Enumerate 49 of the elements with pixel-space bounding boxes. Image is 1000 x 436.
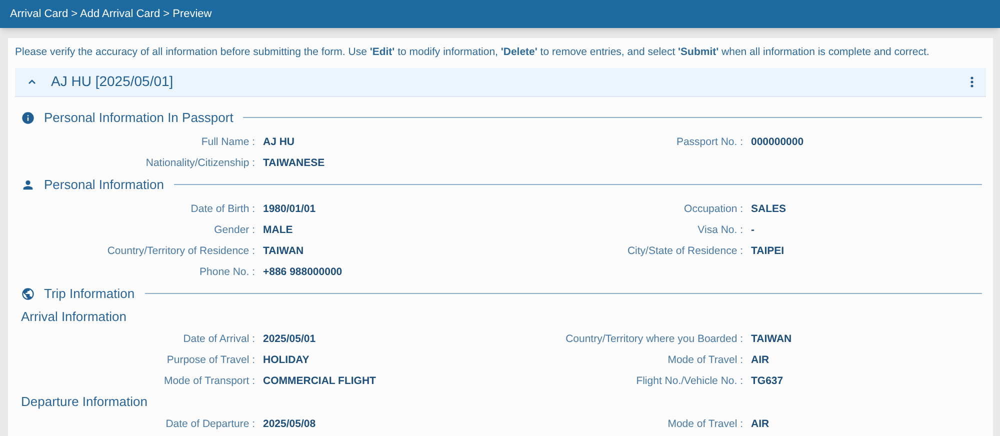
subsection-title: Arrival Information: [21, 308, 126, 326]
field-label: Country/Territory where you Boarded :: [564, 332, 743, 346]
field-value: TG637: [751, 374, 784, 388]
field-value: AIR: [751, 416, 770, 431]
field-label: Nationality/Citizenship :: [144, 156, 255, 170]
more-icon[interactable]: [970, 76, 974, 88]
field-value: HOLIDAY: [263, 352, 310, 367]
field-value: TAIWAN: [263, 244, 305, 258]
card-title: AJ HU [2025/05/01]: [51, 72, 174, 92]
breadcrumb: Arrival Card > Add Arrival Card > Preview: [10, 6, 212, 22]
field-value: 2025/05/08: [263, 416, 317, 431]
field-label: Date of Birth :: [190, 202, 255, 216]
field-value: MALE: [263, 222, 294, 237]
field-value: SALES: [751, 202, 788, 216]
field-value: 1980/01/01: [263, 202, 317, 216]
info-icon: [21, 110, 35, 125]
field-label: Mode of Travel :: [666, 416, 743, 431]
field-value: TAIPEI: [751, 244, 786, 258]
field-label: Purpose of Travel :: [166, 352, 255, 367]
notice-text: Please verify the accuracy of all information before submitting the form. Use 'Edit' to modify information, 'Delete' to remove entries, and select 'Submit' when all information is complete and correct.: [15, 45, 930, 60]
subsection-title: Departure Information: [21, 393, 148, 411]
field-label: Mode of Transport :: [162, 374, 255, 388]
field-label: Visa No. :: [696, 222, 743, 237]
field-value: TAIWAN: [751, 332, 793, 346]
field-label: Gender :: [213, 222, 255, 237]
globe-icon: [21, 286, 35, 301]
field-value: +886 988000000: [263, 264, 344, 279]
field-label: Mode of Travel :: [666, 352, 743, 367]
field-value: COMMERCIAL FLIGHT: [263, 374, 377, 388]
section-title: Trip Information: [44, 285, 135, 303]
card-header[interactable]: AJ HU [2025/05/01]: [15, 68, 986, 97]
field-value: -: [751, 222, 756, 237]
field-value: TAIWANESE: [263, 156, 326, 170]
field-label: Full Name :: [200, 134, 255, 149]
field-label: Country/Territory of Residence :: [106, 244, 255, 258]
field-label: Occupation :: [683, 202, 743, 216]
field-value: AJ HU: [263, 134, 296, 149]
person-icon: [21, 178, 35, 192]
field-value: AIR: [751, 352, 770, 367]
field-label: Flight No./Vehicle No. :: [635, 374, 743, 388]
field-label: Phone No. :: [198, 264, 255, 279]
section-title: Personal Information: [44, 176, 164, 194]
field-value: 000000000: [751, 134, 805, 149]
section-title: Personal Information In Passport: [44, 109, 234, 127]
field-label: Date of Arrival :: [182, 332, 255, 346]
field-label: Date of Departure :: [164, 416, 255, 431]
field-label: Passport No. :: [675, 134, 743, 149]
field-value: 2025/05/01: [263, 332, 317, 346]
field-label: City/State of Residence :: [626, 244, 743, 258]
